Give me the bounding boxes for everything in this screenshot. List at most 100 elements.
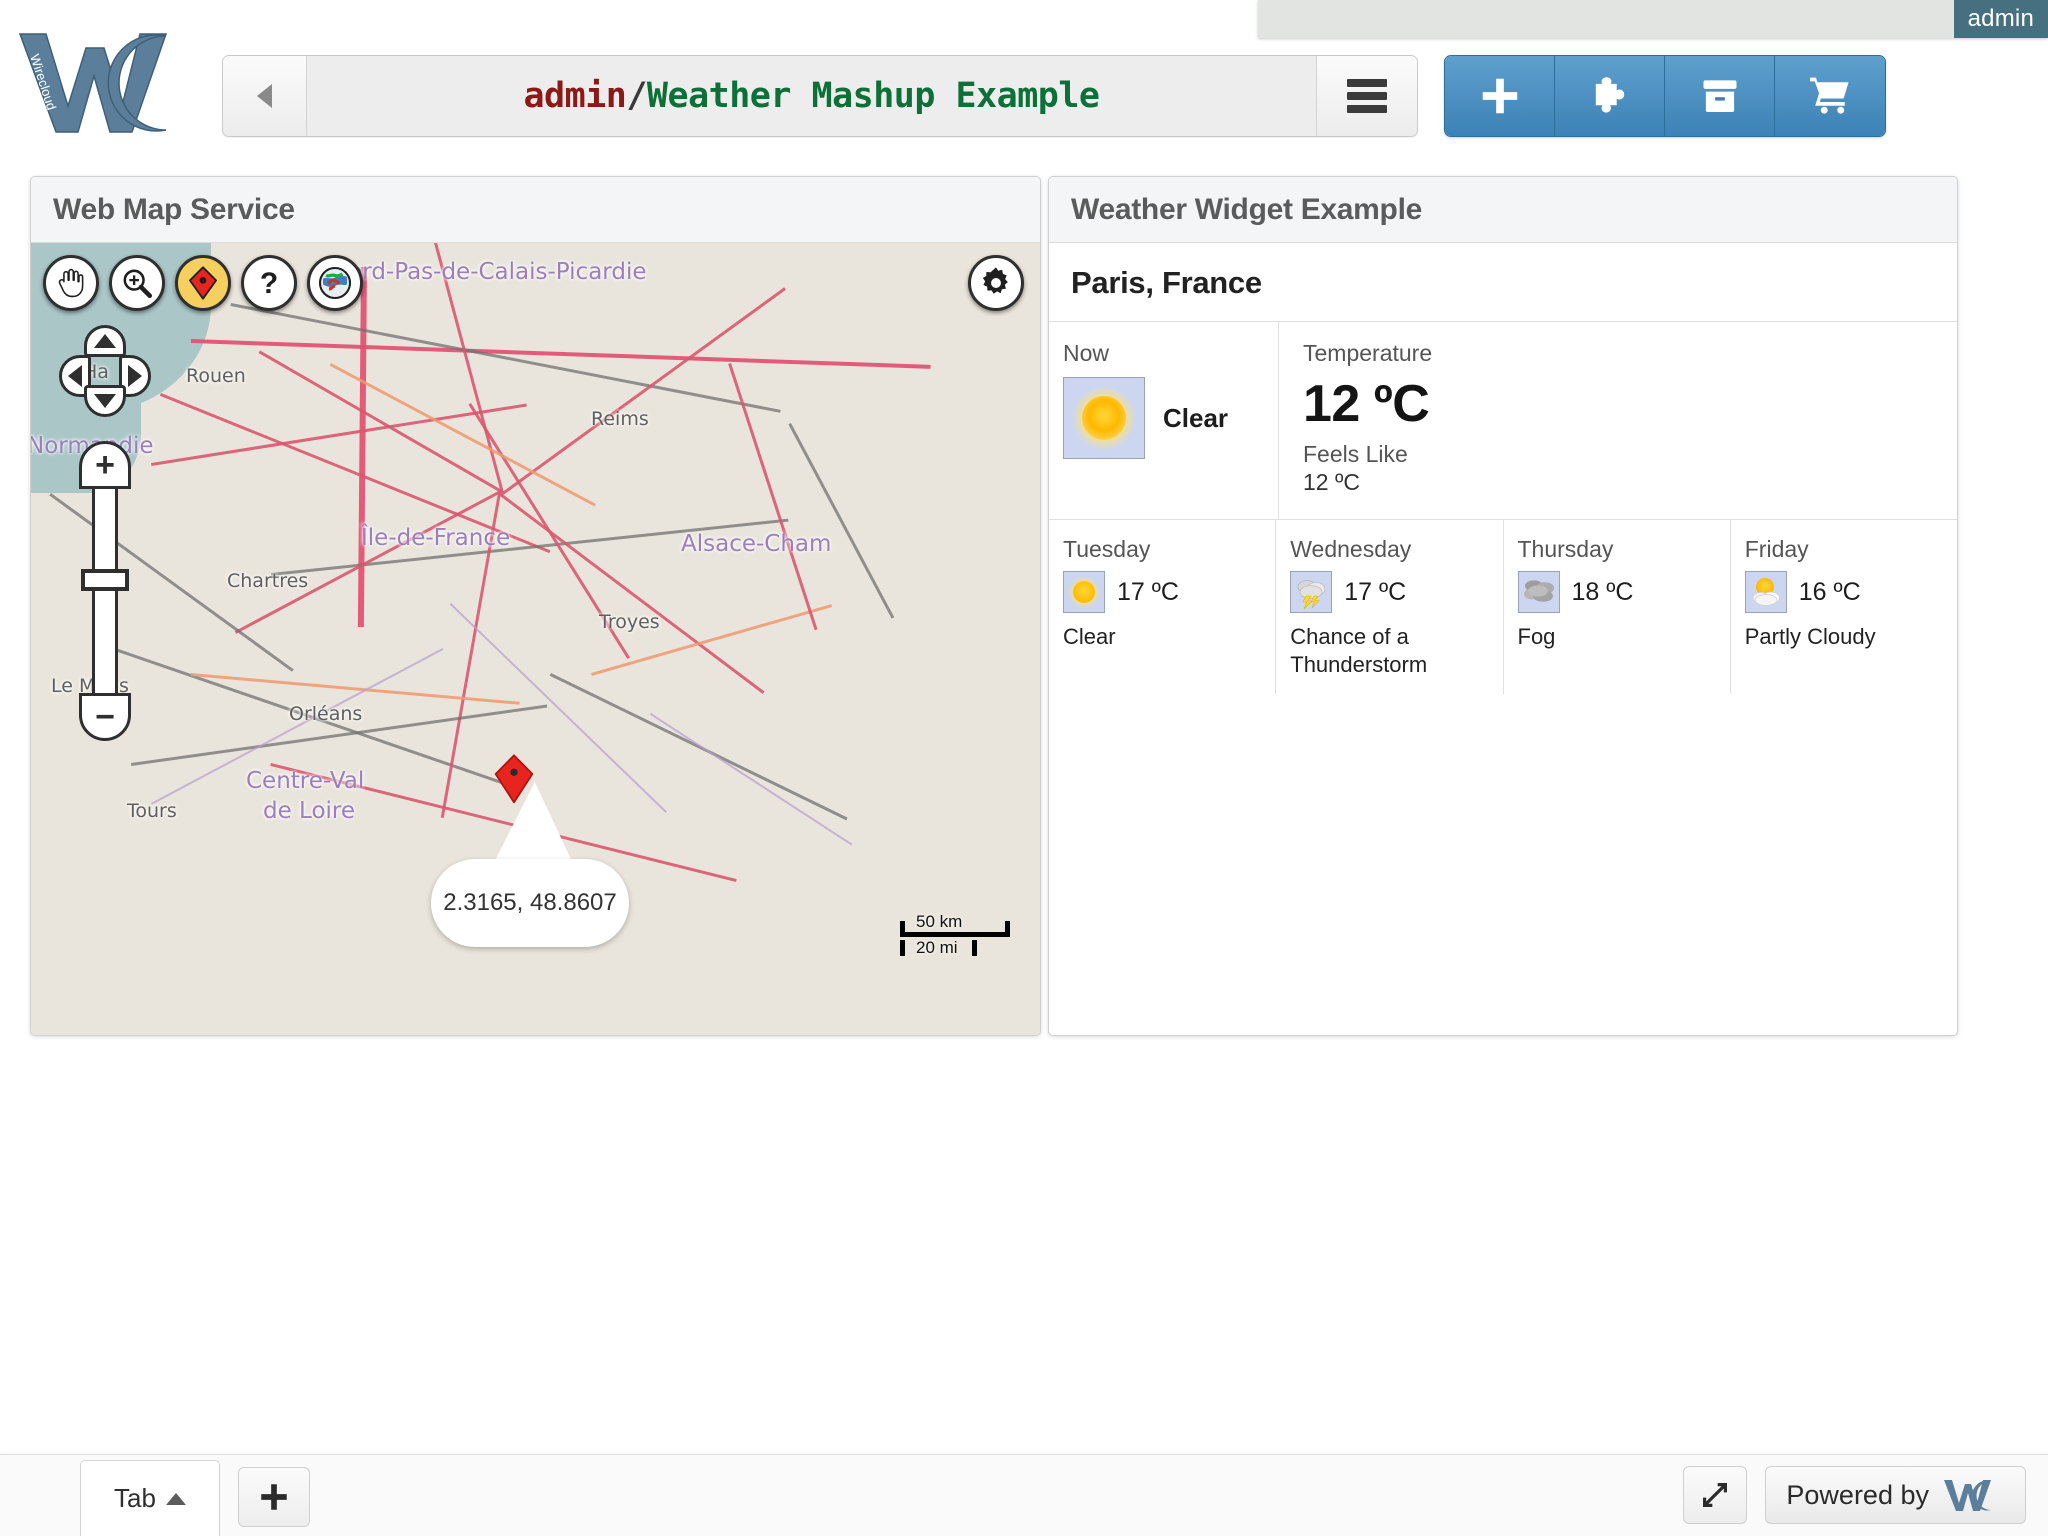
map-place-label: Centre-Val — [246, 768, 365, 794]
weather-widget-header[interactable]: Weather Widget Example — [1049, 177, 1957, 243]
map-settings-button[interactable] — [968, 255, 1024, 311]
map-zoom-slider[interactable]: + − — [79, 441, 131, 741]
gear-icon — [982, 267, 1008, 294]
map-place-label: Chartres — [227, 570, 309, 592]
marketplace-button[interactable] — [1775, 56, 1885, 136]
marker-tool[interactable] — [175, 255, 231, 311]
weather-temperature-value: 12 ºC — [1303, 375, 1430, 433]
map-boundary — [449, 603, 667, 813]
map-marker-icon — [494, 754, 534, 804]
user-bar: admin — [1258, 0, 2048, 38]
wiring-button[interactable] — [1555, 56, 1665, 136]
workspace-name: Weather Mashup Example — [646, 76, 1100, 116]
scale-imperial-row: 20 mi — [900, 937, 1010, 963]
weather-forecast-cell: Friday 16 ºC Partly Cloudy — [1731, 520, 1957, 694]
map-widget-header[interactable]: Web Map Service — [31, 177, 1040, 243]
zoom-in-button[interactable]: + — [79, 441, 131, 489]
pan-up-button[interactable] — [84, 325, 126, 357]
plus-icon — [261, 1484, 287, 1510]
map-location-marker[interactable] — [494, 753, 534, 805]
map-place-label: Alsace-Cham — [681, 531, 832, 557]
pan-tool[interactable] — [43, 255, 99, 311]
zoom-box-tool[interactable] — [109, 255, 165, 311]
pan-down-button[interactable] — [84, 385, 126, 417]
forecast-day-label: Friday — [1744, 536, 1809, 563]
archive-box-icon — [1703, 80, 1736, 112]
weather-forecast-row: Tuesday 17 ºC Clear Wednesday 17 ºC Chance … — [1049, 520, 1957, 695]
forecast-temperature: 18 ºC — [1571, 577, 1634, 606]
action-button-group — [1444, 55, 1886, 137]
triangle-down-icon — [94, 394, 116, 408]
powered-by-button[interactable]: Powered by — [1765, 1466, 2026, 1524]
workspace-title[interactable]: admin/Weather Mashup Example — [307, 56, 1317, 136]
main-toolbar: admin/Weather Mashup Example — [222, 55, 1886, 137]
expand-arrows-icon — [1703, 1483, 1728, 1507]
shopping-cart-icon — [1810, 77, 1849, 114]
fog-clouds-icon — [1517, 571, 1560, 614]
forecast-description: Chance of a Thunderstorm — [1290, 624, 1428, 677]
triangle-right-icon — [128, 365, 142, 387]
map-road — [357, 267, 367, 628]
navigation-group: admin/Weather Mashup Example — [222, 55, 1418, 137]
workspace-canvas: Web Map Service Nord-Pas-de-Calais-Picar… — [0, 148, 2048, 1454]
weather-forecast-cell: Thursday 18 ºC Fog — [1504, 520, 1731, 695]
weather-forecast-cell: Tuesday 17 ºC Clear — [1049, 520, 1277, 695]
add-widget-button[interactable] — [1445, 56, 1555, 136]
map-place-label: Rouen — [186, 365, 246, 387]
question-mark-icon: ? — [260, 267, 278, 300]
map-road — [329, 363, 596, 507]
widget-weather-example: Weather Widget Example Paris, France Now — [1048, 176, 1958, 1036]
forecast-temperature: 17 ºC — [1117, 577, 1179, 606]
powered-by-label: Powered by — [1786, 1479, 1929, 1510]
map-viewport[interactable]: Nord-Pas-de-Calais-PicardieRouenReimsNor… — [31, 243, 1040, 1035]
bottom-bar: Tab Powered by — [0, 1454, 2048, 1536]
layers-tool[interactable] — [307, 255, 363, 311]
map-road — [728, 363, 818, 631]
zoom-handle[interactable] — [81, 569, 129, 591]
map-tool-palette: ? — [43, 255, 363, 311]
workspace-owner: admin — [523, 76, 627, 116]
caret-up-icon — [165, 1492, 186, 1505]
my-resources-button[interactable] — [1665, 56, 1775, 136]
map-road — [258, 350, 503, 493]
triangle-up-icon — [94, 334, 116, 348]
weather-current-row: Now Clear Temperature 12 ºC Feels Like 1… — [1049, 322, 1957, 521]
title-separator: / — [626, 76, 647, 116]
zoom-track[interactable] — [92, 483, 118, 699]
forecast-icon-temp-row: 17 ºC — [1290, 571, 1488, 614]
magnifier-plus-icon — [123, 269, 153, 299]
minus-icon: − — [95, 698, 115, 736]
back-button[interactable] — [223, 56, 307, 136]
plus-icon: + — [95, 446, 115, 484]
bottom-bar-actions: Powered by — [1683, 1466, 2026, 1524]
fullscreen-button[interactable] — [1683, 1466, 1748, 1524]
map-place-label: Nord-Pas-de-Calais-Picardie — [331, 259, 647, 285]
map-coordinates-popup[interactable]: 2.3165, 48.8607 — [431, 859, 629, 947]
widget-web-map-service: Web Map Service Nord-Pas-de-Calais-Picar… — [30, 176, 1041, 1036]
map-road — [190, 673, 520, 705]
map-widget-title: Web Map Service — [53, 192, 295, 226]
globe-layers-icon — [318, 266, 352, 300]
weather-feels-like-label: Feels Like — [1303, 440, 1408, 467]
weather-widget-title: Weather Widget Example — [1071, 192, 1422, 226]
wirecloud-logo[interactable]: Wirecloud — [14, 26, 194, 136]
svg-text:?: ? — [260, 267, 278, 300]
forecast-description: Partly Cloudy — [1744, 624, 1876, 650]
triangle-left-icon — [68, 365, 82, 387]
map-pan-control — [59, 325, 151, 417]
help-tool[interactable]: ? — [241, 255, 297, 311]
scale-metric-row: 50 km — [900, 911, 1010, 937]
workspace-title-text: admin/Weather Mashup Example — [523, 76, 1100, 116]
map-place-label: Tours — [127, 800, 177, 822]
workspace-menu-button[interactable] — [1317, 56, 1417, 136]
add-tab-button[interactable] — [238, 1467, 310, 1527]
map-place-label: Orléans — [289, 703, 363, 725]
tab-item-active[interactable]: Tab — [80, 1460, 220, 1536]
wirecloud-logo-icon — [1944, 1480, 1991, 1511]
forecast-temperature: 17 ºC — [1344, 577, 1407, 606]
weather-location: Paris, France — [1049, 243, 1957, 322]
username-badge[interactable]: admin — [1953, 0, 2048, 38]
forecast-icon-temp-row: 16 ºC — [1744, 571, 1943, 614]
scale-imperial-label: 20 mi — [916, 938, 958, 957]
zoom-out-button[interactable]: − — [79, 693, 131, 741]
